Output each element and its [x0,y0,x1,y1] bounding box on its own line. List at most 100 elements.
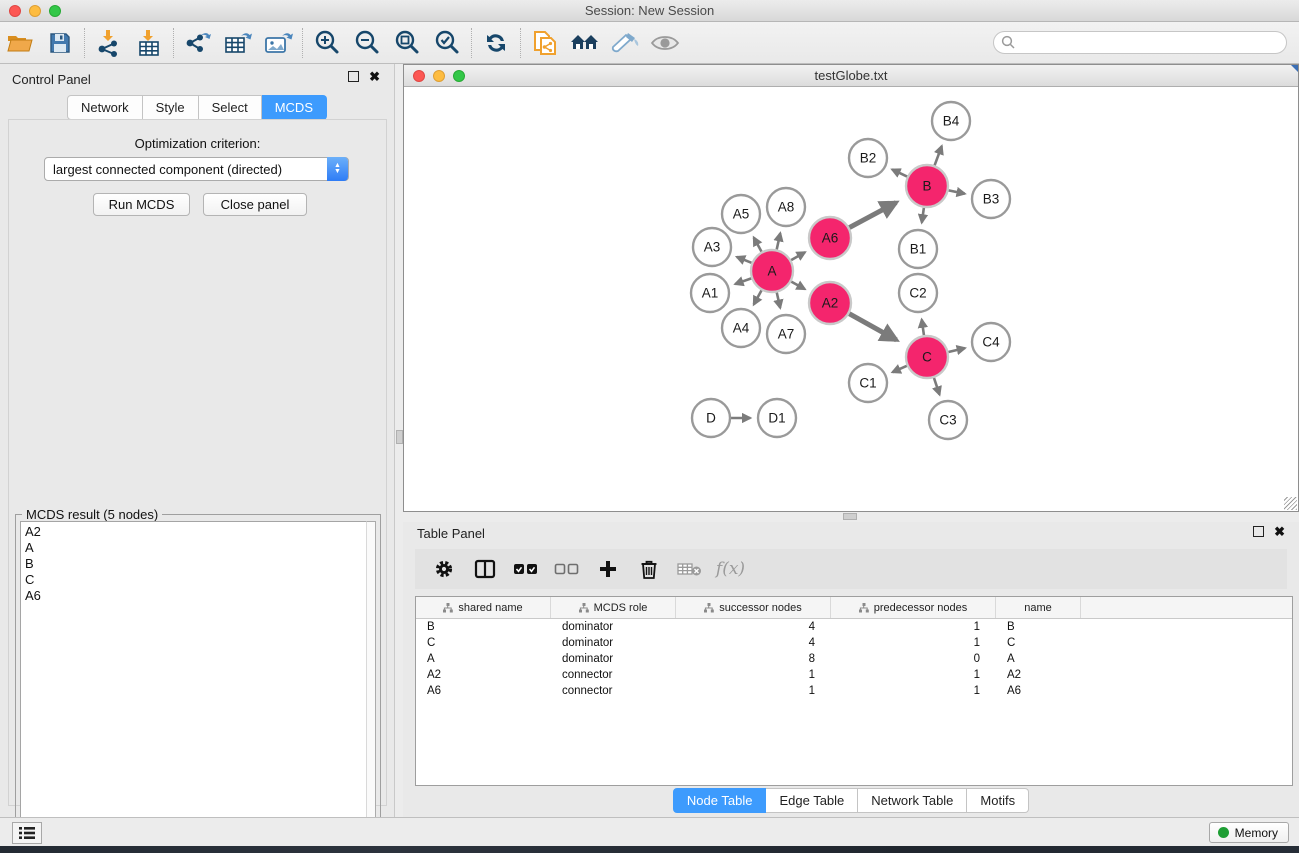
detach-corner-icon[interactable] [1291,65,1298,72]
table-row[interactable]: Bdominator41B [416,619,1292,635]
network-close-button[interactable] [413,70,425,82]
table-cell[interactable]: A6 [996,685,1081,697]
close-panel-icon[interactable]: ✖ [1274,526,1285,537]
zoom-selected-icon[interactable] [427,26,467,60]
tab-edge-table[interactable]: Edge Table [766,788,858,813]
tab-style[interactable]: Style [143,95,199,120]
mcds-result-item[interactable]: C [25,572,366,588]
graph-node-B1[interactable]: B1 [899,230,937,268]
network-window-titlebar[interactable]: testGlobe.txt [404,65,1298,87]
edge-A-A3[interactable] [737,257,752,263]
clone-network-icon[interactable] [525,26,565,60]
criterion-dropdown[interactable]: largest connected component (directed) ▲… [44,157,349,181]
graph-node-A[interactable]: A [751,250,793,292]
edge-B-B4[interactable] [935,146,942,165]
edge-A2-C[interactable] [849,314,896,340]
home-icon[interactable] [565,26,605,60]
table-cell[interactable]: connector [551,669,676,681]
edge-B-B3[interactable] [949,190,965,193]
edge-C-C4[interactable] [948,348,965,352]
table-cell[interactable]: 8 [676,653,831,665]
edge-A-A8[interactable] [777,233,781,249]
edge-C-C1[interactable] [892,366,906,372]
table-cell[interactable]: 1 [676,669,831,681]
tab-motifs[interactable]: Motifs [967,788,1029,813]
table-cell[interactable]: dominator [551,653,676,665]
table-cell[interactable]: A [996,653,1081,665]
refresh-icon[interactable] [476,26,516,60]
table-cell[interactable]: 4 [676,621,831,633]
save-session-icon[interactable] [40,26,80,60]
run-mcds-button[interactable]: Run MCDS [93,193,190,216]
split-divider-handle[interactable] [396,430,403,444]
graph-node-D[interactable]: D [692,399,730,437]
graphics-details-icon[interactable] [605,26,645,60]
mcds-result-item[interactable]: A [25,540,366,556]
table-row[interactable]: Adominator80A [416,651,1292,667]
mcds-result-scrollbar[interactable] [366,521,376,849]
window-resize-grip[interactable] [1284,497,1297,510]
delete-table-icon[interactable] [671,554,708,584]
table-cell[interactable]: 0 [831,653,996,665]
table-cell[interactable]: C [416,637,551,649]
graph-node-C3[interactable]: C3 [929,401,967,439]
edge-A-A5[interactable] [754,238,762,252]
column-header-shared-name[interactable]: shared name [416,597,551,618]
import-table-icon[interactable] [129,26,169,60]
close-panel-button[interactable]: Close panel [203,193,307,216]
graph-node-A7[interactable]: A7 [767,315,805,353]
float-panel-icon[interactable] [1253,526,1264,537]
delete-column-icon[interactable] [630,554,667,584]
edge-B-B1[interactable] [922,208,924,223]
export-table-icon[interactable] [218,26,258,60]
table-row[interactable]: A2connector11A2 [416,667,1292,683]
table-cell[interactable]: dominator [551,621,676,633]
edge-A-A6[interactable] [791,252,805,260]
tab-select[interactable]: Select [199,95,262,120]
mcds-result-item[interactable]: A2 [25,524,366,540]
graph-node-A1[interactable]: A1 [691,274,729,312]
column-header-successor-nodes[interactable]: successor nodes [676,597,831,618]
export-network-icon[interactable] [178,26,218,60]
table-cell[interactable]: C [996,637,1081,649]
edge-A-A7[interactable] [777,292,780,307]
tab-mcds[interactable]: MCDS [262,95,327,120]
graph-node-B2[interactable]: B2 [849,139,887,177]
import-network-icon[interactable] [89,26,129,60]
table-cell[interactable]: 1 [676,685,831,697]
graph-node-D1[interactable]: D1 [758,399,796,437]
graph-node-C4[interactable]: C4 [972,323,1010,361]
settings-gear-icon[interactable] [425,554,462,584]
table-cell[interactable]: 1 [831,621,996,633]
eye-icon[interactable] [645,26,685,60]
zoom-out-icon[interactable] [347,26,387,60]
deselect-all-icon[interactable] [548,554,585,584]
graph-node-A6[interactable]: A6 [809,217,851,259]
graph-node-B[interactable]: B [906,165,948,207]
table-cell[interactable]: 1 [831,669,996,681]
graph-node-A3[interactable]: A3 [693,228,731,266]
edge-C-C3[interactable] [934,378,940,395]
table-row[interactable]: A6connector11A6 [416,683,1292,699]
split-panel-icon[interactable] [466,554,503,584]
table-cell[interactable]: dominator [551,637,676,649]
table-row[interactable]: Cdominator41C [416,635,1292,651]
edge-B-B2[interactable] [892,169,907,176]
table-cell[interactable]: A6 [416,685,551,697]
edge-C-C2[interactable] [922,319,924,335]
graph-node-A2[interactable]: A2 [809,282,851,324]
select-all-icon[interactable] [507,554,544,584]
column-header-predecessor-nodes[interactable]: predecessor nodes [831,597,996,618]
export-image-icon[interactable] [258,26,298,60]
function-builder-icon[interactable]: f(x) [712,554,749,584]
task-history-button[interactable] [12,822,42,844]
table-cell[interactable]: A2 [996,669,1081,681]
table-cell[interactable]: connector [551,685,676,697]
network-minimize-button[interactable] [433,70,445,82]
zoom-in-icon[interactable] [307,26,347,60]
tab-network[interactable]: Network [67,95,143,120]
graph-node-C2[interactable]: C2 [899,274,937,312]
edge-A-A1[interactable] [735,278,751,284]
table-cell[interactable]: 1 [831,637,996,649]
edge-A-A4[interactable] [754,290,762,304]
